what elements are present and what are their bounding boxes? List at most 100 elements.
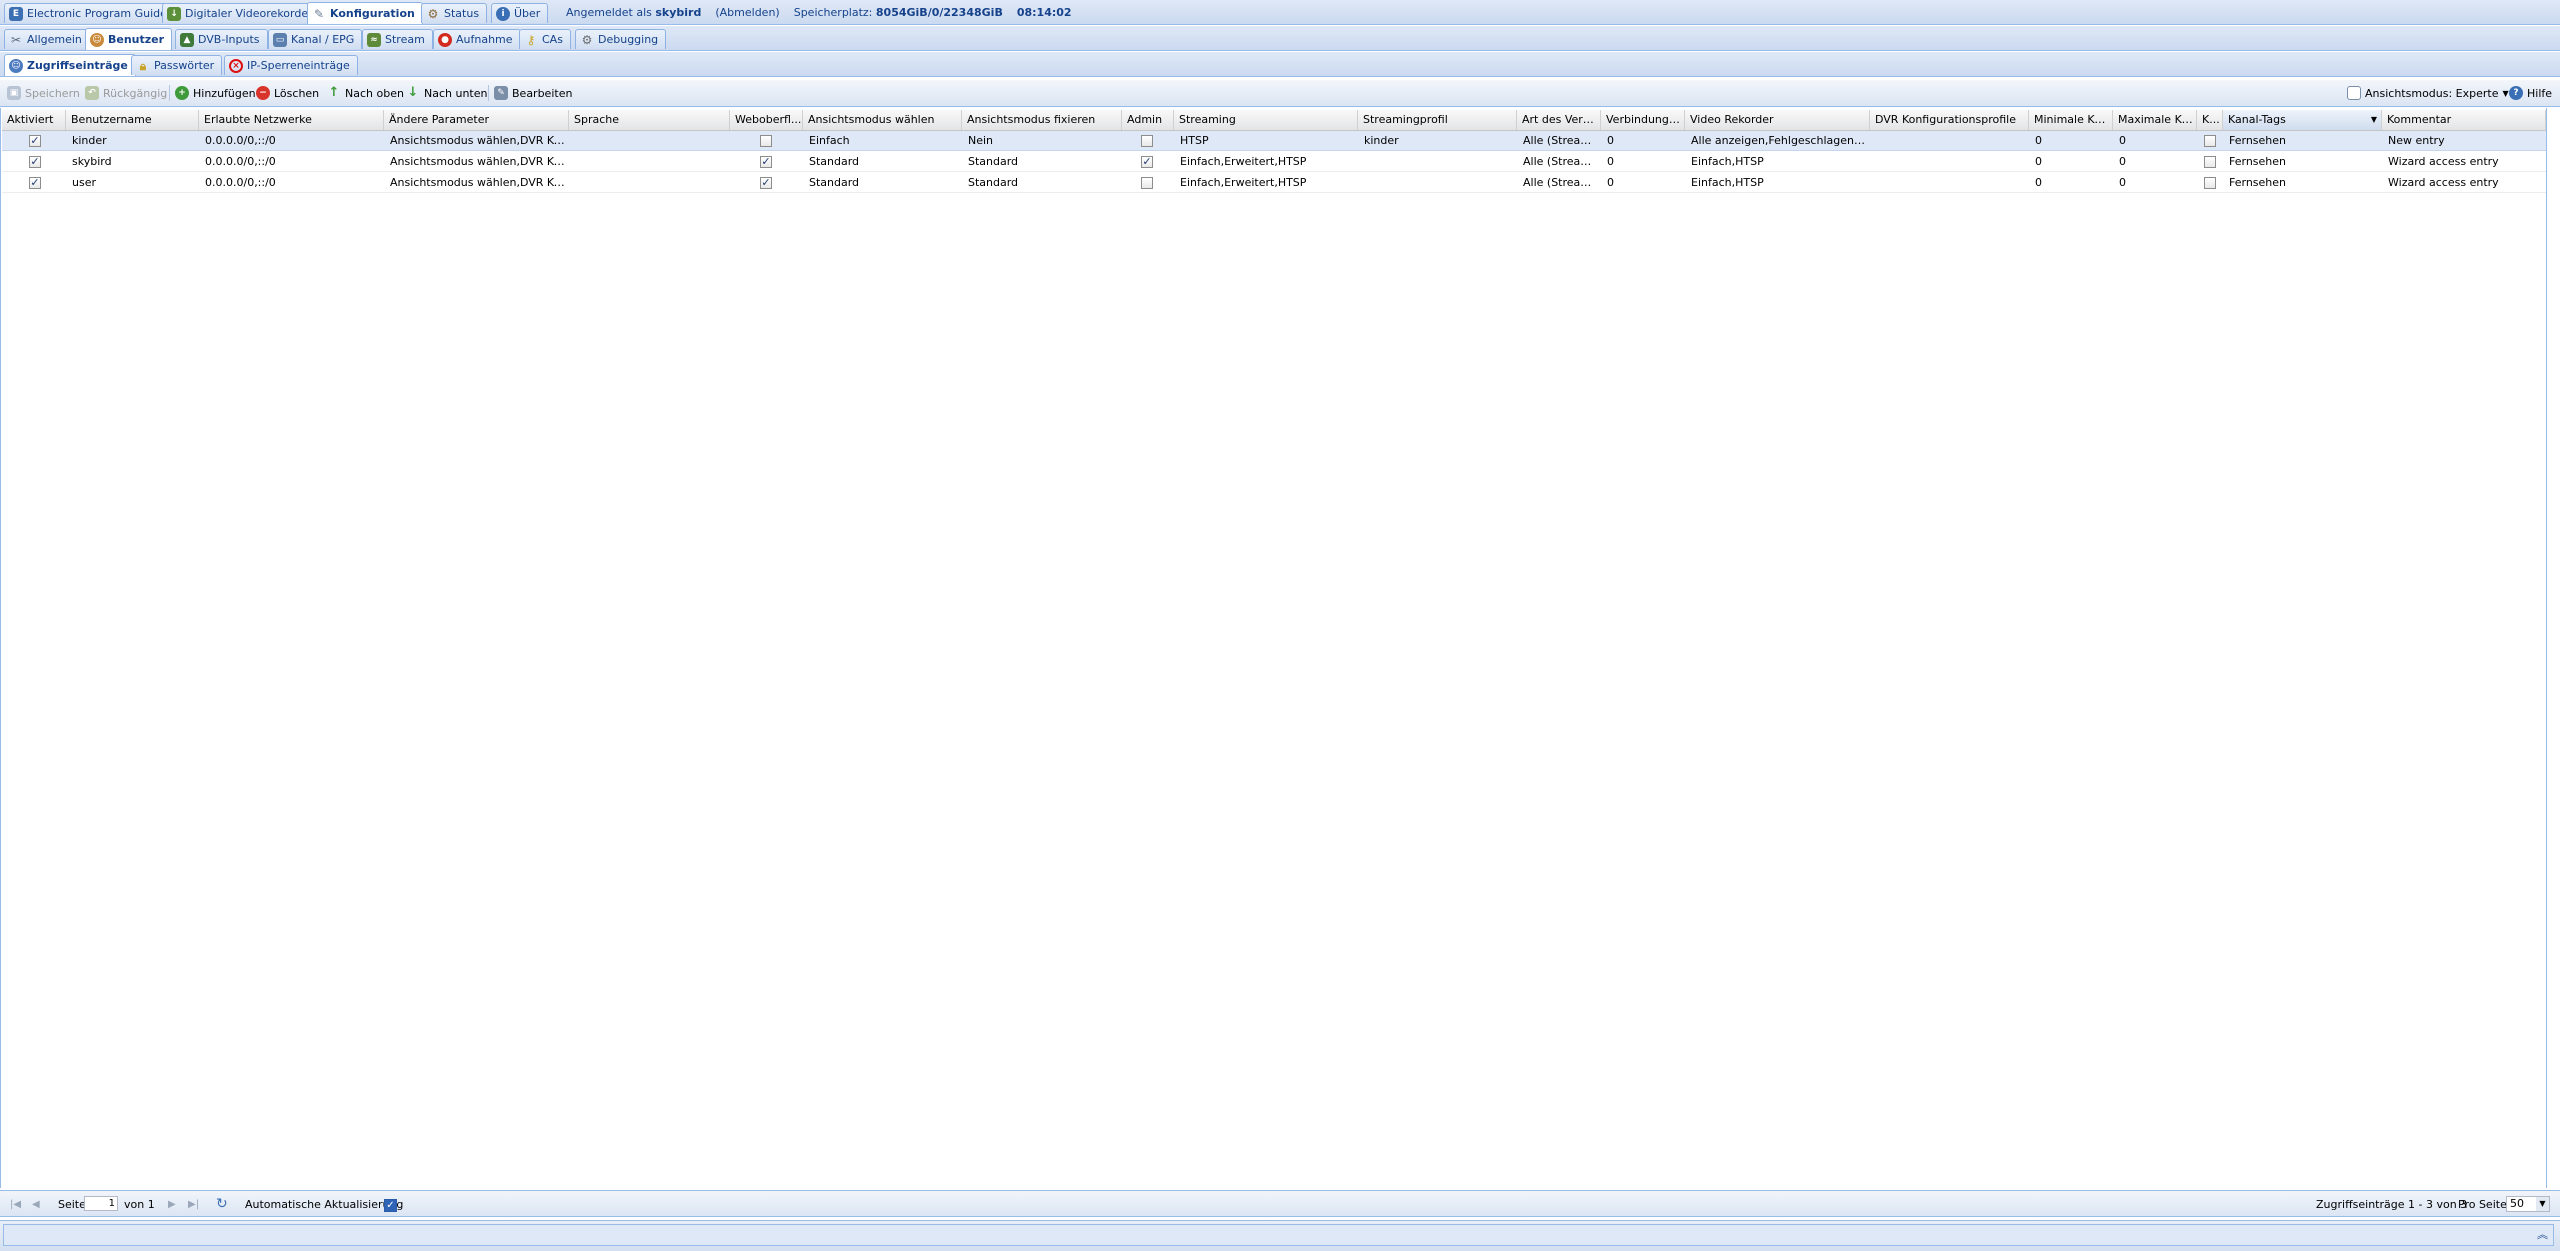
first-page-icon[interactable]: |◀	[10, 1191, 21, 1218]
enabled-checkbox[interactable]: ✓	[29, 156, 41, 168]
admin-checkbox[interactable]	[1141, 177, 1153, 189]
add-button[interactable]: + Hinzufügen	[172, 80, 259, 106]
column-header[interactable]: Minimale Kan...	[2029, 110, 2113, 130]
tab-benutzer[interactable]: ☺ Benutzer	[85, 28, 173, 50]
tab-label: Allgemein	[27, 33, 82, 46]
column-header[interactable]: Erlaubte Netzwerke	[199, 110, 384, 130]
column-menu-icon[interactable]: ▼	[2371, 110, 2377, 130]
tab-label: Electronic Program Guide	[27, 7, 167, 20]
tab-ip-sperreneintraege[interactable]: × IP-Sperreneinträge	[224, 55, 358, 75]
column-header[interactable]: Ansichtsmodus fixieren	[962, 110, 1122, 130]
column-header[interactable]: DVR Konfigurationsprofile	[1870, 110, 2029, 130]
admin-checkbox[interactable]	[1141, 135, 1153, 147]
column-header[interactable]: Benutzername	[66, 110, 199, 130]
k-checkbox[interactable]	[2204, 177, 2216, 189]
column-header[interactable]: Streaming	[1174, 110, 1358, 130]
arrow-up-icon: ↑	[328, 85, 340, 100]
undo-button[interactable]: ↶ Rückgängig	[82, 80, 170, 106]
column-header[interactable]: Art des Verb...	[1517, 110, 1601, 130]
wrench-icon: ✎	[313, 6, 325, 21]
tab-label: Stream	[385, 33, 425, 46]
column-header[interactable]: Ändere Parameter	[384, 110, 569, 130]
antenna-icon: ▲	[180, 32, 194, 47]
webui-checkbox[interactable]: ✓	[760, 177, 772, 189]
grid-toolbar: ▣ Speichern ↶ Rückgängig + Hinzufügen − …	[0, 80, 2560, 107]
enabled-checkbox[interactable]: ✓	[29, 135, 41, 147]
cell-change: Ansichtsmodus wählen,DVR Kon...	[390, 176, 569, 189]
last-page-icon[interactable]: ▶|	[188, 1191, 199, 1218]
auto-refresh-checkbox[interactable]: ✓	[384, 1199, 397, 1212]
table-row[interactable]: ✓ skybird 0.0.0.0/0,::/0 Ansichtsmodus w…	[2, 152, 2546, 172]
column-header[interactable]: Kommentar	[2382, 110, 2546, 130]
tab-zugriffseintraege[interactable]: ☺ Zugriffseinträge	[4, 54, 136, 76]
next-page-icon[interactable]: ▶	[168, 1191, 176, 1218]
column-header[interactable]: Maximale Ka...	[2113, 110, 2197, 130]
column-header[interactable]: Video Rekorder	[1685, 110, 1870, 130]
column-header[interactable]: Ansichtsmodus wählen	[803, 110, 962, 130]
delete-icon: −	[256, 86, 270, 100]
tab-ueber[interactable]: i Über	[491, 3, 549, 23]
per-page-select[interactable]: 50 ▼	[2506, 1196, 2550, 1212]
tab-kanal-epg[interactable]: ▭ Kanal / EPG	[268, 29, 363, 49]
tab-konfiguration[interactable]: ✎ Konfiguration	[307, 2, 423, 24]
column-header[interactable]: Aktiviert	[2, 110, 66, 130]
tab-epg[interactable]: E Electronic Program Guide	[4, 3, 175, 23]
users-icon: ☺	[90, 32, 104, 47]
webui-checkbox[interactable]: ✓	[760, 156, 772, 168]
table-row[interactable]: ✓ user 0.0.0.0/0,::/0 Ansichtsmodus wähl…	[2, 173, 2546, 193]
move-up-button[interactable]: ↑ Nach oben	[324, 80, 407, 106]
cell-conn-type: Alle (Streami...	[1523, 134, 1601, 147]
tab-debugging[interactable]: ⚙ Debugging	[575, 29, 667, 49]
tab-status[interactable]: ⚙ Status	[421, 3, 488, 23]
tab-aufnahme[interactable]: ● Aufnahme	[433, 29, 521, 49]
column-header[interactable]: Streamingprofil	[1358, 110, 1517, 130]
k-checkbox[interactable]	[2204, 156, 2216, 168]
tab-label: Zugriffseinträge	[27, 59, 128, 72]
cell-chmax: 0	[2119, 176, 2126, 189]
table-row[interactable]: ✓ kinder 0.0.0.0/0,::/0 Ansichtsmodus wä…	[2, 131, 2546, 151]
help-button[interactable]: ? Hilfe	[2506, 80, 2555, 106]
save-button[interactable]: ▣ Speichern	[4, 80, 83, 106]
tab-dvr[interactable]: ↓ Digitaler Videorekorder	[162, 3, 321, 23]
cell-uilevel: Standard	[809, 155, 860, 168]
edit-button[interactable]: ✎ Bearbeiten	[491, 80, 575, 106]
refresh-icon[interactable]: ↻	[216, 1191, 228, 1218]
tab-allgemein[interactable]: ✂ Allgemein	[4, 29, 90, 49]
move-down-button[interactable]: ↓ Nach unten	[403, 80, 490, 106]
tab-passwoerter[interactable]: 🔒︎ Passwörter	[131, 55, 223, 75]
tab-label: Passwörter	[154, 59, 215, 72]
delete-button[interactable]: − Löschen	[253, 80, 322, 106]
column-header[interactable]: K...	[2197, 110, 2223, 130]
cell-chmin: 0	[2035, 134, 2042, 147]
column-header[interactable]: Weboberfl...	[730, 110, 803, 130]
webui-checkbox[interactable]	[760, 135, 772, 147]
storage-label: Speicherplatz:	[793, 6, 873, 19]
cell-dvr: Einfach,HTSP	[1691, 155, 1764, 168]
page-of-label: von 1	[124, 1198, 155, 1211]
cell-uilevel: Standard	[809, 176, 860, 189]
tab-label: Kanal / EPG	[291, 33, 355, 46]
cell-profile: kinder	[1364, 134, 1399, 147]
column-header[interactable]: Admin	[1122, 110, 1174, 130]
page-label: Seite	[58, 1198, 86, 1211]
cell-username: skybird	[72, 155, 112, 168]
logout-link[interactable]: (Abmelden)	[715, 6, 779, 19]
prev-page-icon[interactable]: ◀	[32, 1191, 40, 1218]
lock-icon: 🔒︎	[139, 58, 147, 73]
view-mode-button[interactable]: Ansichtsmodus: Experte ▼	[2344, 80, 2512, 106]
bug-icon: ⚙	[581, 32, 593, 47]
tab-stream[interactable]: ≈ Stream	[362, 29, 433, 49]
expand-icon[interactable]: ︽	[2537, 1226, 2548, 1244]
page-input[interactable]	[84, 1196, 118, 1211]
status-gear-icon: ⚙	[427, 6, 439, 21]
admin-checkbox[interactable]: ✓	[1141, 156, 1153, 168]
column-header[interactable]: Kanal-Tags ▼	[2223, 110, 2382, 130]
column-header[interactable]: Verbindungs...	[1601, 110, 1685, 130]
save-label: Speichern	[25, 86, 80, 100]
enabled-checkbox[interactable]: ✓	[29, 177, 41, 189]
tab-dvb-inputs[interactable]: ▲ DVB-Inputs	[175, 29, 268, 49]
column-header[interactable]: Sprache	[569, 110, 730, 130]
k-checkbox[interactable]	[2204, 135, 2216, 147]
tab-cas[interactable]: ⚷ CAs	[519, 29, 571, 49]
cell-streaming: Einfach,Erweitert,HTSP	[1180, 176, 1307, 189]
